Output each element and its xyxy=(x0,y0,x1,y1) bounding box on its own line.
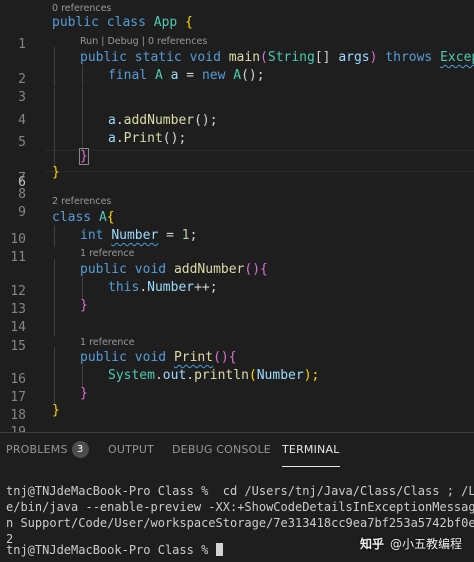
code-line-4[interactable]: 4 xyxy=(0,88,474,128)
tab-label: DEBUG CONSOLE xyxy=(172,443,271,456)
terminal-line: tnj@TNJdeMacBook-Pro Class % cd /Users/t… xyxy=(6,484,474,498)
indent-guide xyxy=(82,65,83,87)
indent-guide xyxy=(54,65,55,87)
terminal-line: n Support/Code/User/workspaceStorage/7e3… xyxy=(6,516,474,530)
watermark-text: @小五教编程 xyxy=(389,537,462,551)
terminal-line: e/bin/java --enable-preview -XX:+ShowCod… xyxy=(6,500,474,514)
code-text: public class App { xyxy=(52,15,193,30)
code-text: } xyxy=(52,403,60,418)
problems-count-badge: 3 xyxy=(71,440,89,458)
code-line-3[interactable]: 3 final A a = new A(); xyxy=(0,65,474,105)
tab-output[interactable]: OUTPUT xyxy=(108,433,154,467)
tab-label: OUTPUT xyxy=(108,443,155,456)
watermark: 知乎 @小五教编程 xyxy=(360,533,462,555)
terminal-cursor xyxy=(215,543,223,556)
code-line-15[interactable]: 15 xyxy=(0,314,474,354)
line-number: 19 xyxy=(0,422,26,432)
code-line-1[interactable]: 1 public class App { xyxy=(0,12,474,52)
indent-guide xyxy=(54,225,55,247)
tab-debug-console[interactable]: DEBUG CONSOLE xyxy=(172,433,271,467)
panel-tabs: PROBLEMS 3 OUTPUT DEBUG CONSOLE TERMINAL xyxy=(0,433,474,467)
watermark-logo: 知乎 xyxy=(359,537,384,551)
tab-terminal[interactable]: TERMINAL xyxy=(282,433,340,467)
tab-label: PROBLEMS xyxy=(6,443,68,456)
indent-guide xyxy=(82,88,83,110)
code-text: int Number = 1; xyxy=(80,228,198,243)
code-editor[interactable]: 0 references 1 public class App { Run | … xyxy=(0,0,474,432)
indent-guide xyxy=(54,88,55,110)
indent-guide xyxy=(54,314,55,336)
code-line-11[interactable]: 11 int Number = 1; xyxy=(0,225,474,265)
terminal-prompt: tnj@TNJdeMacBook-Pro Class % xyxy=(6,543,216,557)
code-line-19[interactable]: 19 } xyxy=(0,400,474,432)
code-text: final A a = new A(); xyxy=(108,68,265,83)
tab-problems[interactable]: PROBLEMS 3 xyxy=(6,433,89,467)
tab-label: TERMINAL xyxy=(282,443,340,456)
